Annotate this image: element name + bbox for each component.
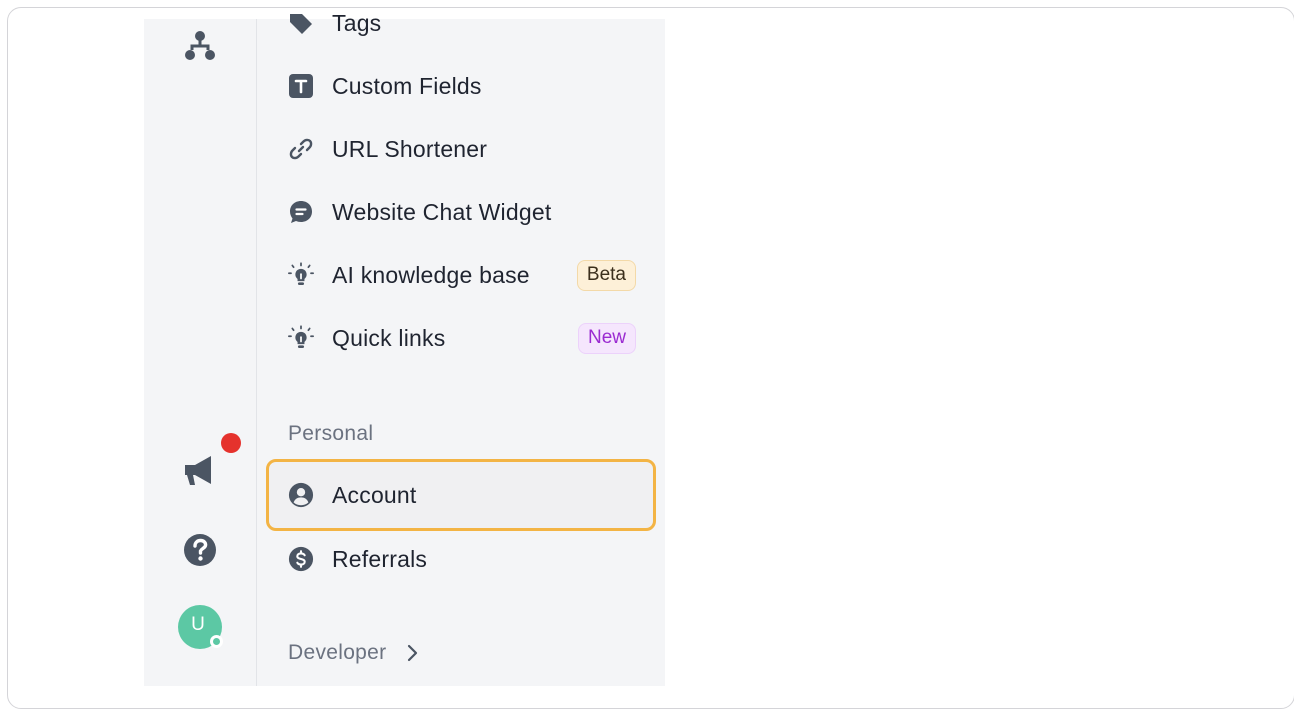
icon-rail <box>144 19 257 686</box>
menu-item-account[interactable]: Account <box>266 459 656 531</box>
chat-bubble-icon <box>288 199 314 225</box>
notification-dot <box>221 433 241 453</box>
menu-item-quick-links[interactable]: Quick links New <box>266 309 656 367</box>
lightbulb-icon <box>288 325 314 351</box>
menu-item-label: Quick links <box>332 324 446 351</box>
avatar[interactable]: U <box>178 605 223 649</box>
menu-item-website-chat-widget[interactable]: Website Chat Widget <box>266 183 656 241</box>
menu-item-custom-fields[interactable]: Custom Fields <box>266 57 656 115</box>
menu-item-label: Website Chat Widget <box>332 198 552 225</box>
dollar-circle-icon <box>288 546 314 572</box>
help-icon[interactable] <box>181 531 219 569</box>
tag-icon <box>288 10 314 36</box>
beta-badge: Beta <box>576 259 636 291</box>
menu-item-label: Account <box>332 481 417 508</box>
section-title-developer: Developer <box>288 641 387 664</box>
lightbulb-icon <box>288 262 314 288</box>
menu-item-label: Tags <box>332 9 382 36</box>
link-icon <box>288 136 314 162</box>
menu-item-tags[interactable]: Tags <box>266 0 656 52</box>
new-badge: New <box>577 322 636 354</box>
section-title-personal: Personal <box>288 422 374 445</box>
megaphone-icon[interactable] <box>180 450 222 490</box>
menu-item-label: Custom Fields <box>332 72 482 99</box>
menu-item-ai-knowledge-base[interactable]: AI knowledge base Beta <box>266 246 656 304</box>
user-circle-icon <box>288 482 314 508</box>
menu-item-label: AI knowledge base <box>332 261 530 288</box>
avatar-initial: U <box>191 614 205 635</box>
custom-fields-icon <box>288 73 314 99</box>
menu-item-url-shortener[interactable]: URL Shortener <box>266 120 656 178</box>
hierarchy-icon[interactable] <box>180 27 220 63</box>
menu-item-referrals[interactable]: Referrals <box>266 530 656 588</box>
section-developer[interactable]: Developer <box>288 641 420 665</box>
online-status-dot <box>210 635 223 648</box>
menu-item-label: Referrals <box>332 545 428 572</box>
menu-item-label: URL Shortener <box>332 135 488 162</box>
chevron-right-icon <box>406 643 420 663</box>
